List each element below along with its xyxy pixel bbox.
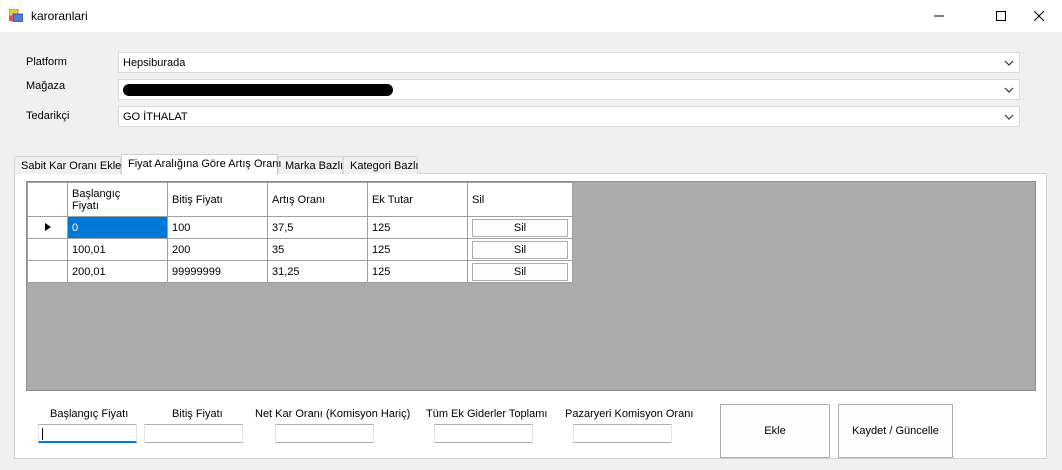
table-row[interactable]: 100,01 200 35 125 Sil xyxy=(27,238,573,261)
column-header-baslangic[interactable]: Başlangıç Fiyatı xyxy=(67,182,168,217)
tedarikci-combobox[interactable]: GO İTHALAT xyxy=(118,106,1020,127)
kaydet-guncelle-button[interactable]: Kaydet / Güncelle xyxy=(838,404,953,458)
cell-sil: Sil xyxy=(467,216,573,239)
row-header-corner xyxy=(27,182,68,217)
cell-artis[interactable]: 31,25 xyxy=(267,260,368,283)
table-row[interactable]: 0 100 37,5 125 Sil xyxy=(27,216,573,239)
net-kar-orani-input[interactable] xyxy=(275,424,374,443)
bitis-fiyati-input[interactable] xyxy=(144,424,243,443)
close-icon[interactable] xyxy=(1016,0,1062,32)
current-row-icon xyxy=(44,222,51,231)
chevron-down-icon[interactable] xyxy=(1004,112,1014,122)
tab-fiyat-araligi[interactable]: Fiyat Aralığına Göre Artış Oranı xyxy=(121,154,281,175)
column-header-artis[interactable]: Artış Oranı xyxy=(267,182,368,217)
table-row[interactable]: 200,01 99999999 31,25 125 Sil xyxy=(27,260,573,283)
row-header[interactable] xyxy=(27,216,68,239)
chevron-down-icon[interactable] xyxy=(1004,85,1014,95)
column-header-ek-tutar[interactable]: Ek Tutar xyxy=(367,182,468,217)
magaza-combobox[interactable] xyxy=(118,79,1020,100)
cell-sil: Sil xyxy=(467,238,573,261)
komisyon-orani-input[interactable] xyxy=(573,424,672,443)
cell-ek-tutar[interactable]: 125 xyxy=(367,260,468,283)
bitis-fiyati-label: Bitiş Fiyatı xyxy=(172,408,223,420)
grid-header-row: Başlangıç Fiyatı Bitiş Fiyatı Artış Oran… xyxy=(27,182,573,217)
tab-sabit-kar[interactable]: Sabit Kar Oranı Ekle xyxy=(14,156,121,174)
ekle-button[interactable]: Ekle xyxy=(720,404,830,458)
cell-sil: Sil xyxy=(467,260,573,283)
cell-artis[interactable]: 37,5 xyxy=(267,216,368,239)
sil-button[interactable]: Sil xyxy=(472,240,568,259)
baslangic-fiyati-label: Başlangıç Fiyatı xyxy=(50,408,129,420)
column-header-sil[interactable]: Sil xyxy=(467,182,573,217)
chevron-down-icon[interactable] xyxy=(1004,58,1014,68)
row-header[interactable] xyxy=(27,238,68,261)
minimize-icon[interactable] xyxy=(916,0,962,32)
cell-baslangic[interactable]: 200,01 xyxy=(67,260,168,283)
sil-button[interactable]: Sil xyxy=(472,262,568,281)
tedarikci-label: Tedarikçi xyxy=(26,110,70,122)
cell-bitis[interactable]: 99999999 xyxy=(167,260,268,283)
window-title: karoranlari xyxy=(31,9,88,23)
cell-bitis[interactable]: 200 xyxy=(167,238,268,261)
magaza-label: Mağaza xyxy=(26,80,66,92)
form-icon xyxy=(8,8,24,23)
cell-baslangic[interactable]: 0 xyxy=(67,216,168,239)
text-caret xyxy=(42,428,43,440)
redacted-value xyxy=(123,84,393,96)
tab-kategori-bazli[interactable]: Kategori Bazlı xyxy=(343,156,418,174)
title-bar: karoranlari xyxy=(0,0,1062,32)
komisyon-orani-label: Pazaryeri Komisyon Oranı xyxy=(565,408,694,420)
column-header-bitis[interactable]: Bitiş Fiyatı xyxy=(167,182,268,217)
ek-giderler-input[interactable] xyxy=(434,424,533,443)
cell-artis[interactable]: 35 xyxy=(267,238,368,261)
cell-bitis[interactable]: 100 xyxy=(167,216,268,239)
sil-button[interactable]: Sil xyxy=(472,218,568,237)
platform-value: Hepsiburada xyxy=(123,57,186,69)
tab-marka-bazli[interactable]: Marka Bazlı xyxy=(278,156,343,174)
net-kar-orani-label: Net Kar Oranı (Komisyon Hariç) xyxy=(255,408,411,420)
platform-label: Platform xyxy=(26,56,67,68)
platform-combobox[interactable]: Hepsiburada xyxy=(118,52,1020,73)
cell-ek-tutar[interactable]: 125 xyxy=(367,216,468,239)
data-grid[interactable]: Başlangıç Fiyatı Bitiş Fiyatı Artış Oran… xyxy=(26,181,1036,391)
cell-ek-tutar[interactable]: 125 xyxy=(367,238,468,261)
baslangic-fiyati-input[interactable] xyxy=(38,424,137,443)
row-header[interactable] xyxy=(27,260,68,283)
tedarikci-value: GO İTHALAT xyxy=(123,111,188,123)
cell-baslangic[interactable]: 100,01 xyxy=(67,238,168,261)
ek-giderler-label: Tüm Ek Giderler Toplamı xyxy=(426,408,548,420)
